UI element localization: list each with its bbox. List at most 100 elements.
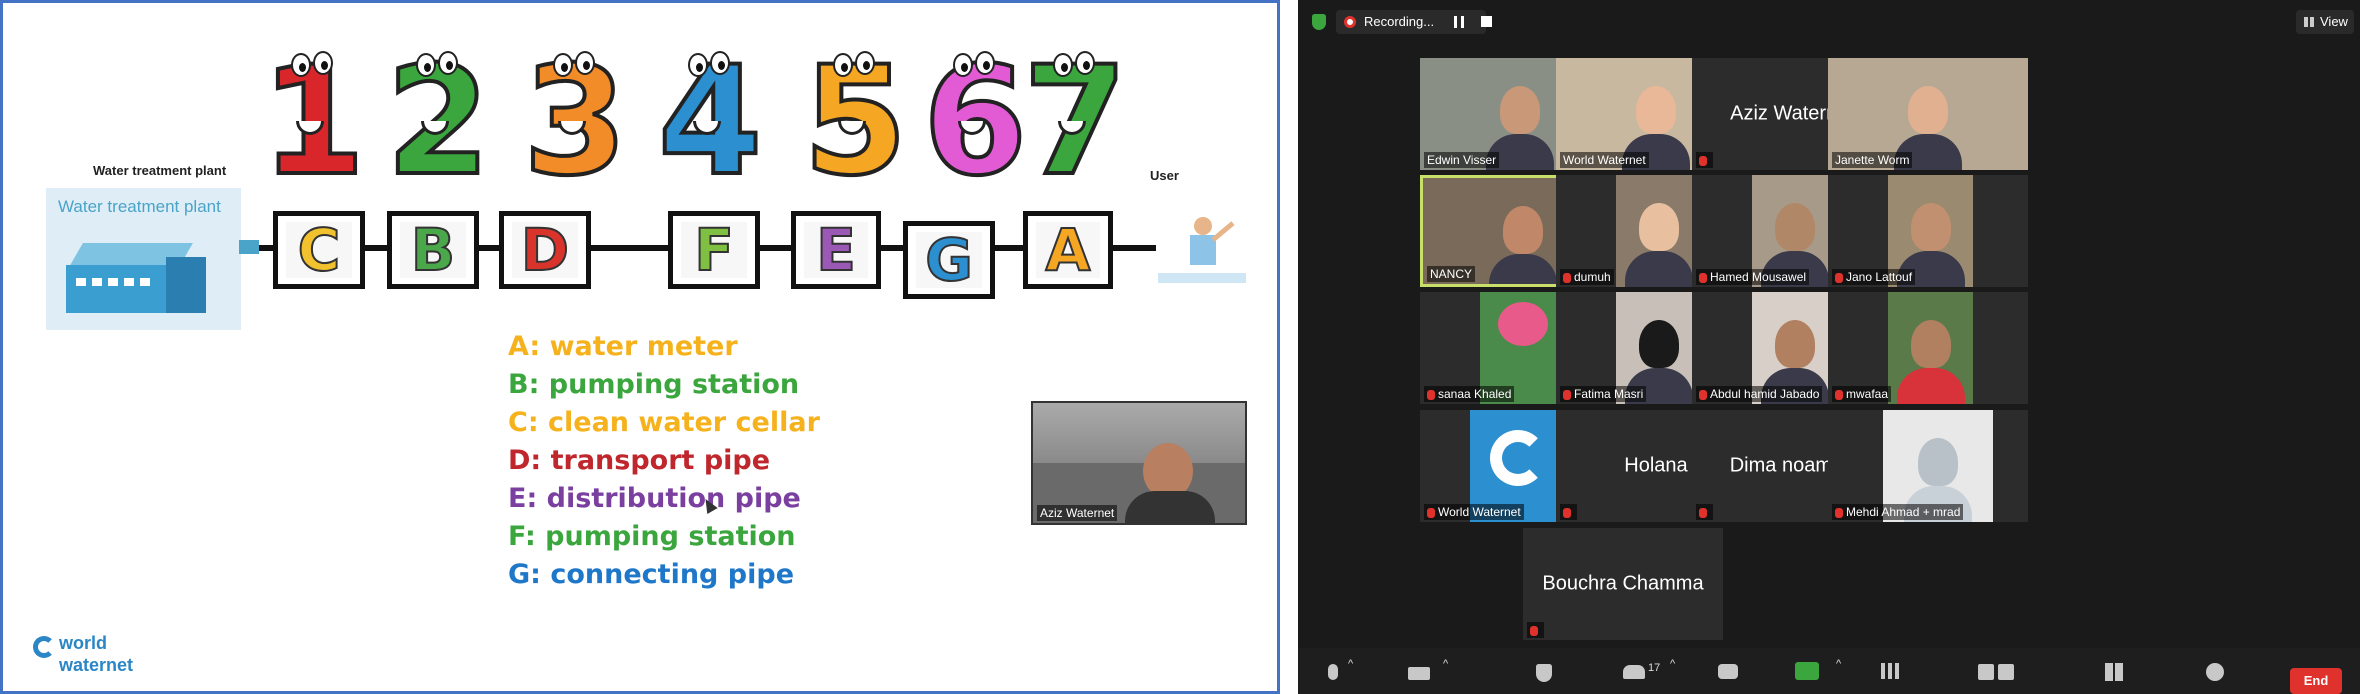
participants-icon[interactable]	[1623, 665, 1645, 679]
participants-chevron-icon[interactable]: ^	[1670, 658, 1675, 670]
pause-share-icon[interactable]	[1978, 664, 1994, 680]
logo-text-2: waternet	[59, 655, 134, 675]
end-label: End	[2303, 673, 2329, 688]
participant-name-label: Abdul hamid Jabado	[1696, 386, 1823, 402]
box-letter: C	[297, 215, 342, 285]
participant-face	[1918, 438, 1958, 486]
participant-name-label: Hamed Mousawel	[1696, 269, 1810, 285]
cartoon-eye	[1053, 53, 1073, 77]
participant-face	[1774, 203, 1815, 251]
muted-mic-icon	[1835, 389, 1843, 400]
box-D: D	[499, 211, 591, 289]
polling-icon[interactable]	[1881, 663, 1899, 679]
view-button[interactable]: View	[2296, 10, 2354, 34]
cartoon-eye	[953, 53, 973, 77]
muted-mic-icon	[1427, 389, 1435, 400]
box-letter: D	[520, 215, 570, 285]
grid-view-icon	[2304, 17, 2315, 27]
legend-item: F: pumping station	[508, 521, 796, 552]
building-icon	[66, 243, 216, 313]
box-letter: F	[693, 215, 735, 285]
participant-name: NANCY	[1430, 267, 1473, 281]
participant-name-label: Janette Worm	[1832, 152, 1913, 168]
chat-icon[interactable]	[1718, 664, 1738, 679]
end-button[interactable]: End	[2290, 668, 2342, 694]
presenter-video[interactable]: Aziz Waternet	[1031, 401, 1247, 525]
share-chevron-icon[interactable]: ^	[1836, 658, 1841, 670]
participant-name: Fatima Masri	[1574, 387, 1644, 401]
reactions-icon[interactable]	[2206, 663, 2224, 681]
legend-item: C: clean water cellar	[508, 407, 820, 438]
participant-face	[1638, 203, 1679, 251]
participant-face	[1774, 320, 1815, 368]
cartoon-eye	[710, 51, 730, 75]
participant-tile[interactable]: Janette Worm	[1828, 58, 2028, 170]
box-E: E	[791, 211, 881, 289]
legend-item: B: pumping station	[508, 369, 800, 400]
stop-share-icon[interactable]	[1998, 664, 2014, 680]
participant-name: Abdul hamid Jabado	[1710, 387, 1820, 401]
world-waternet-logo-icon	[1490, 430, 1546, 486]
muted-mic-icon	[1699, 272, 1707, 283]
box-letter: E	[815, 215, 857, 285]
participant-name-label: Fatima Masri	[1560, 386, 1647, 402]
mic-options-chevron-icon[interactable]: ^	[1348, 658, 1353, 670]
stop-recording-button[interactable]	[1481, 16, 1492, 27]
presentation-slide: 1234567 Water treatment plant Water trea…	[0, 0, 1280, 694]
participant-tile[interactable]: Mehdi Ahmad + mrad	[1828, 410, 2028, 522]
cartoon-eye	[575, 51, 595, 75]
muted-mic-icon	[1835, 507, 1843, 518]
participant-tile[interactable]: mwafaa	[1828, 292, 2028, 404]
muted-mic-icon	[1530, 625, 1538, 636]
recording-label: Recording...	[1364, 14, 1435, 29]
participant-face	[1908, 86, 1948, 134]
world-waternet-logo: world waternet	[33, 633, 163, 679]
cartoon-eye	[1075, 51, 1095, 75]
participant-name: dumuh	[1574, 270, 1611, 284]
breakout-rooms-icon[interactable]	[2105, 663, 2123, 681]
participant-name-label: World Waternet	[1424, 504, 1524, 520]
participant-name: World Waternet	[1563, 153, 1646, 167]
video-camera-icon[interactable]	[1408, 667, 1430, 680]
participant-name-label: sanaa Khaled	[1424, 386, 1515, 402]
participant-name-label: World Waternet	[1560, 152, 1649, 168]
participant-name: Mehdi Ahmad + mrad	[1846, 505, 1961, 519]
participant-name-label	[1560, 504, 1577, 520]
participant-name: Janette Worm	[1835, 153, 1910, 167]
participant-face	[1503, 206, 1543, 254]
participant-name-label	[1527, 622, 1544, 638]
box-F: F	[668, 211, 760, 289]
box-letter: B	[410, 215, 456, 285]
participant-tile[interactable]: Jano Lattouf	[1828, 175, 2028, 287]
participant-name-label: Mehdi Ahmad + mrad	[1832, 504, 1964, 520]
participant-face	[1636, 86, 1676, 134]
participant-tile[interactable]: Bouchra Chamma	[1523, 528, 1723, 640]
participant-name-label: Jano Lattouf	[1832, 269, 1916, 285]
share-screen-icon[interactable]	[1795, 662, 1819, 680]
legend-item: E: distribution pipe	[508, 483, 801, 514]
muted-mic-icon	[1699, 507, 1707, 518]
participant-name: Hamed Mousawel	[1710, 270, 1807, 284]
muted-mic-icon	[1699, 389, 1707, 400]
zoom-window: Recording... View Edwin Visser World Wate…	[1298, 0, 2360, 694]
security-shield-icon	[1312, 14, 1326, 30]
participant-face	[1910, 320, 1951, 368]
user-figure	[1158, 215, 1246, 285]
participant-name: World Waternet	[1438, 505, 1521, 519]
cartoon-eye	[855, 51, 875, 75]
participant-name: sanaa Khaled	[1438, 387, 1512, 401]
microphone-icon[interactable]	[1328, 664, 1338, 680]
video-options-chevron-icon[interactable]: ^	[1443, 658, 1448, 670]
participant-name-label: Edwin Visser	[1424, 152, 1500, 168]
muted-mic-icon	[1563, 389, 1571, 400]
cartoon-eye	[553, 53, 573, 77]
box-letter: G	[924, 225, 974, 295]
pause-recording-button[interactable]	[1454, 16, 1464, 28]
box-B: B	[387, 211, 479, 289]
logo-text-1: world	[59, 633, 107, 653]
security-icon[interactable]	[1536, 664, 1552, 682]
legend-item: A: water meter	[508, 331, 738, 362]
cartoon-eye	[438, 51, 458, 75]
participant-name-label: NANCY	[1427, 266, 1476, 282]
pipe-stub	[239, 240, 259, 254]
